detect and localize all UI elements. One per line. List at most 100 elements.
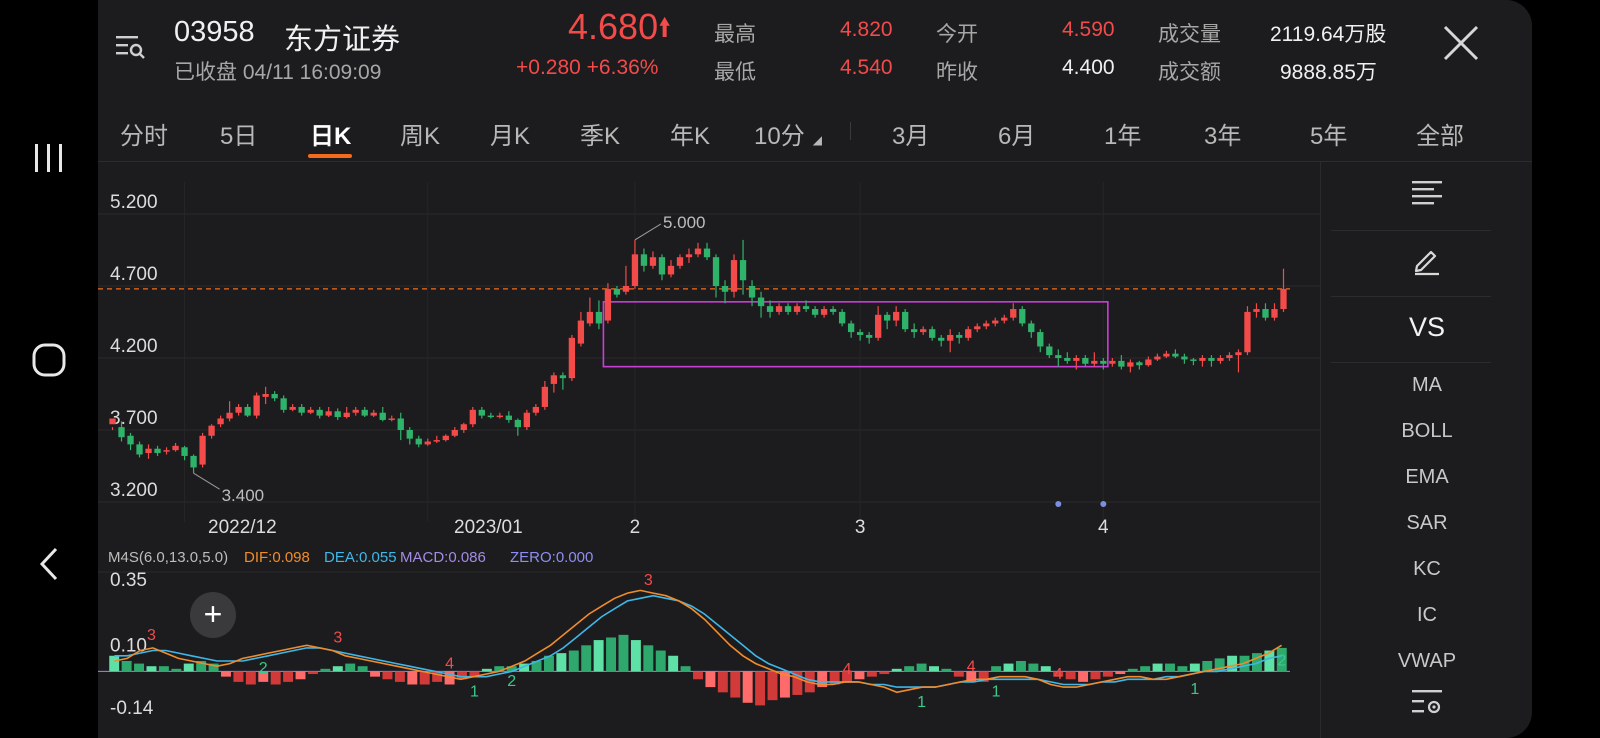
macd-signal-marker: 1	[470, 684, 479, 701]
tab-minute-label: 10分	[754, 123, 805, 150]
candle-body	[965, 329, 972, 338]
candle-body	[496, 415, 503, 418]
macd-histogram-bar	[742, 671, 753, 703]
macd-legend-macd: MACD:0.086	[400, 549, 486, 566]
indicator-vwap[interactable]: VWAP	[1321, 650, 1532, 673]
candle-body	[902, 311, 909, 330]
candle-body	[1136, 362, 1143, 366]
price-axis-label: 3.200	[110, 480, 158, 501]
recent-apps-button[interactable]	[0, 142, 98, 179]
tab-range-6m[interactable]: 6月	[998, 116, 1035, 151]
macd-histogram-bar	[407, 671, 418, 685]
pencil-icon	[1414, 250, 1439, 276]
tab-range-3y[interactable]: 3年	[1204, 116, 1241, 151]
low-annotation-leader	[193, 472, 220, 490]
candle-body	[442, 435, 449, 441]
candle-body	[974, 326, 981, 330]
indicator-ma[interactable]: MA	[1321, 374, 1532, 397]
candle-body	[920, 329, 927, 333]
candle-body	[1271, 309, 1278, 318]
macd-histogram-bar	[320, 668, 331, 672]
add-indicator-button[interactable]: +	[190, 592, 236, 638]
candle-body	[541, 386, 549, 407]
candle-body	[1109, 360, 1116, 364]
kline-chart[interactable]: 5.200 4.700 4.200 3.700 3.200 5.000 3.400 2022/…	[98, 162, 1320, 738]
tab-range-5y[interactable]: 5年	[1310, 116, 1347, 151]
back-button[interactable]	[0, 546, 98, 587]
candle-body	[820, 309, 828, 315]
stock-name: 东方证券	[284, 24, 401, 56]
macd-signal-marker: 4	[967, 658, 976, 675]
compare-vs-button[interactable]: VS	[1321, 312, 1532, 343]
home-button[interactable]	[0, 342, 98, 383]
macd-histogram-bar	[606, 637, 617, 672]
volume-label: 成交量	[1158, 23, 1221, 46]
tab-daily-k[interactable]: 日K	[310, 116, 351, 151]
price-axis-label: 3.700	[110, 408, 158, 429]
macd-histogram-bar	[1102, 671, 1113, 677]
low-label: 最低	[714, 61, 756, 84]
tab-range-3m[interactable]: 3月	[892, 116, 929, 151]
tab-quarterly-k[interactable]: 季K	[580, 116, 620, 151]
change-pct: +6.36%	[586, 56, 659, 79]
high-value: 4.820	[840, 18, 893, 41]
tool-divider	[1331, 362, 1491, 363]
candle-body	[163, 450, 170, 452]
candle-body	[947, 334, 954, 341]
candle-body	[235, 406, 242, 413]
list-settings-button[interactable]	[1321, 178, 1532, 212]
macd-histogram-bar	[171, 668, 182, 672]
indicator-ic[interactable]: IC	[1321, 604, 1532, 627]
candle-body	[514, 419, 521, 428]
candle-body	[1253, 309, 1260, 312]
indicator-sar[interactable]: SAR	[1321, 512, 1532, 535]
macd-histogram-bar	[618, 634, 629, 672]
tab-5day[interactable]: 5日	[220, 116, 257, 151]
indicator-boll[interactable]: BOLL	[1321, 420, 1532, 443]
low-value: 4.540	[840, 56, 893, 79]
candle-body	[802, 306, 810, 310]
indicator-kc[interactable]: KC	[1321, 558, 1532, 581]
tab-intraday[interactable]: 分时	[120, 116, 168, 151]
candle-body	[712, 257, 720, 286]
high-annotation-leader	[634, 223, 662, 241]
macd-legend-dea: DEA:0.055	[324, 549, 397, 566]
candle-body	[1235, 352, 1242, 356]
tab-monthly-k[interactable]: 月K	[490, 116, 530, 151]
macd-signal-marker: 1	[917, 694, 926, 711]
candle-body	[1127, 362, 1134, 367]
candle-body	[1010, 309, 1017, 318]
system-nav-bar	[0, 0, 98, 738]
search-menu-button[interactable]	[114, 30, 146, 67]
candle-body	[208, 425, 215, 436]
price-axis-label: 5.200	[110, 192, 158, 213]
candle-body	[911, 329, 918, 333]
tab-range-all[interactable]: 全部	[1416, 116, 1464, 151]
tab-range-1y[interactable]: 1年	[1104, 116, 1141, 151]
tab-weekly-k[interactable]: 周K	[400, 116, 440, 151]
candle-body	[127, 435, 134, 445]
draw-button[interactable]	[1321, 244, 1532, 282]
candle-body	[406, 430, 413, 439]
candle-body	[352, 409, 359, 413]
indicator-settings-button[interactable]	[1321, 688, 1532, 724]
candle-body	[1145, 359, 1152, 366]
candle-body	[1082, 358, 1089, 364]
price-change: +0.280 +6.36%	[516, 56, 658, 80]
tab-minute-dropdown[interactable]: 10分 ◢	[754, 116, 822, 151]
candle-body	[451, 430, 458, 436]
candle-body	[217, 418, 224, 425]
macd-histogram-bar	[643, 645, 654, 672]
macd-axis-label: -0.14	[110, 698, 154, 719]
kline-chart-svg: 5.200 4.700 4.200 3.700 3.200 5.000 3.400 2022/…	[98, 182, 1320, 719]
tab-yearly-k[interactable]: 年K	[670, 116, 710, 151]
close-button[interactable]	[1442, 24, 1480, 67]
indicator-ema[interactable]: EMA	[1321, 466, 1532, 489]
macd-histogram-bar	[183, 663, 194, 672]
macd-histogram-bar	[121, 660, 132, 672]
macd-signal-marker: 1	[1190, 681, 1199, 698]
macd-histogram-bar	[730, 671, 741, 698]
date-axis-label: 3	[855, 517, 866, 538]
candle-body	[1217, 358, 1224, 361]
prev-close-value: 4.400	[1062, 56, 1115, 79]
